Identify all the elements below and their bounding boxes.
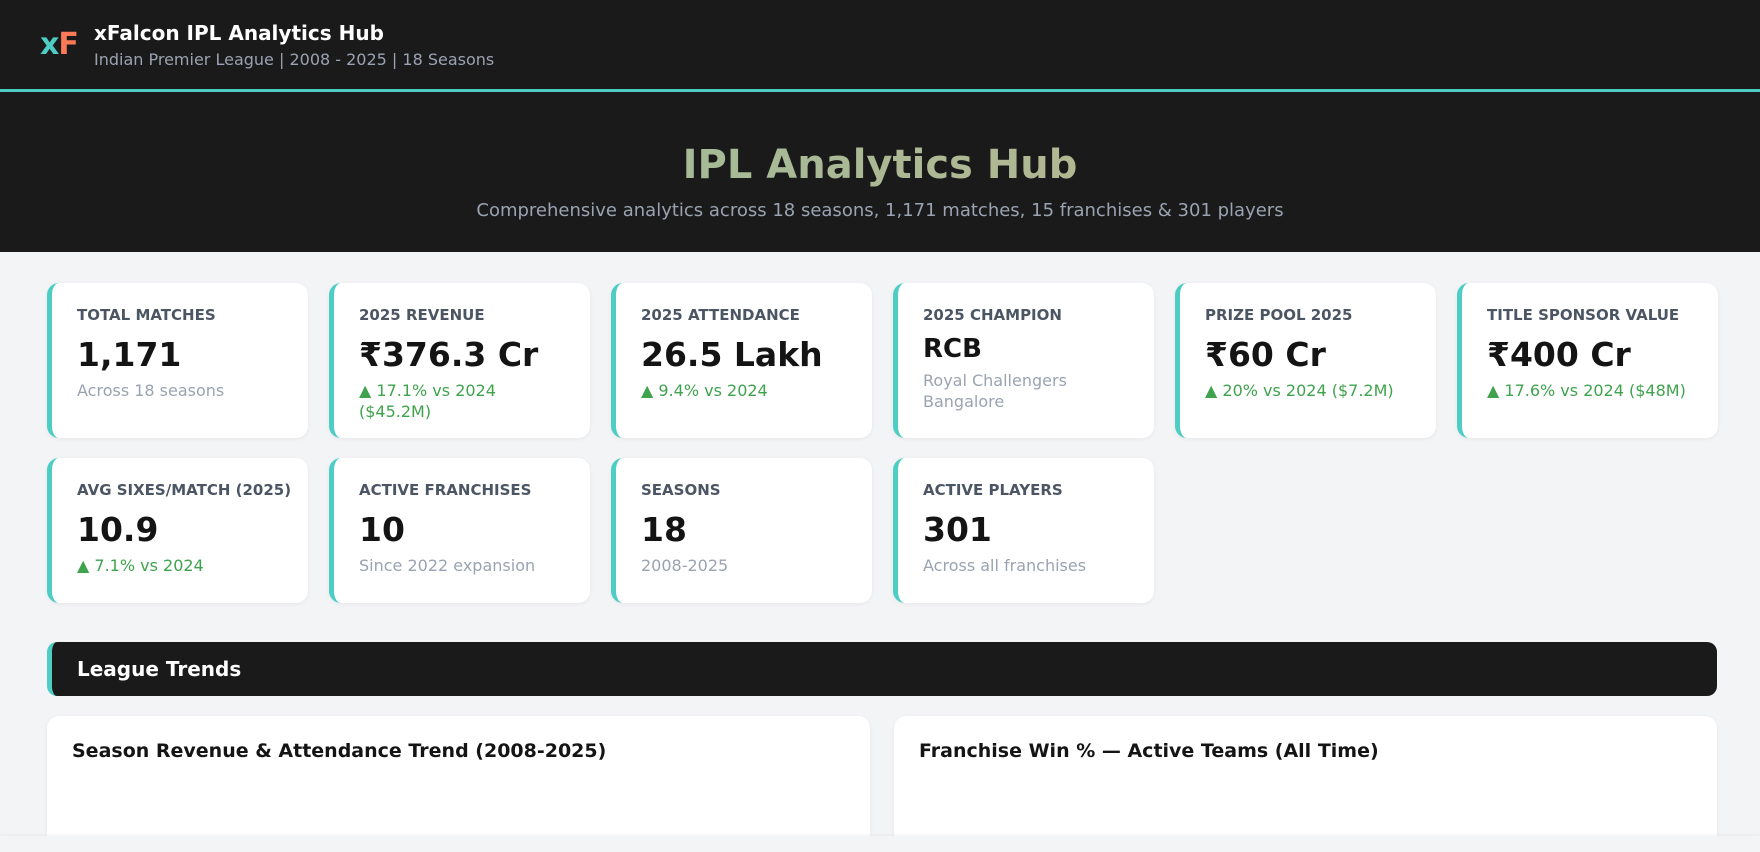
stat-label: 2025 ATTENDANCE xyxy=(641,306,800,324)
brand-block: xFalcon IPL Analytics Hub Indian Premier… xyxy=(94,21,494,69)
chart-title-franchise-win: Franchise Win % — Active Teams (All Time… xyxy=(919,740,1379,762)
stat-card-seasons: SEASONS 18 2008-2025 xyxy=(611,458,872,603)
stat-card-prize-pool: PRIZE POOL 2025 ₹60 Cr ▲ 20% vs 2024 ($7… xyxy=(1175,283,1436,438)
stat-label: AVG SIXES/MATCH (2025) xyxy=(77,481,292,499)
stat-cards-grid: TOTAL MATCHES 1,171 Across 18 seasons 20… xyxy=(47,283,1718,603)
stat-note: Across 18 seasons xyxy=(77,381,225,400)
stat-label: 2025 CHAMPION xyxy=(923,306,1062,324)
section-header-league-trends: League Trends xyxy=(47,642,1717,696)
stat-card-revenue: 2025 REVENUE ₹376.3 Cr ▲ 17.1% vs 2024 (… xyxy=(329,283,590,438)
stat-note: Across all franchises xyxy=(923,556,1087,575)
stat-value: 1,171 xyxy=(77,335,182,374)
stat-value: ₹60 Cr xyxy=(1205,335,1326,374)
stat-label: ACTIVE FRANCHISES xyxy=(359,481,532,499)
stat-value: 301 xyxy=(923,510,992,549)
stat-label: PRIZE POOL 2025 xyxy=(1205,306,1353,324)
stat-label: SEASONS xyxy=(641,481,721,499)
xfalcon-logo[interactable]: xF xyxy=(40,27,86,62)
stat-label: TOTAL MATCHES xyxy=(77,306,216,324)
stat-change: ▲ 17.1% vs 2024 ($45.2M) xyxy=(359,381,496,421)
hero-title: IPL Analytics Hub xyxy=(0,142,1760,188)
stat-label: TITLE SPONSOR VALUE xyxy=(1487,306,1680,324)
hero-banner: IPL Analytics Hub Comprehensive analytic… xyxy=(0,92,1760,252)
chart-panel-franchise-win: Franchise Win % — Active Teams (All Time… xyxy=(894,716,1717,836)
stat-card-active-franchises: ACTIVE FRANCHISES 10 Since 2022 expansio… xyxy=(329,458,590,603)
top-header: xF xFalcon IPL Analytics Hub Indian Prem… xyxy=(0,0,1760,92)
stat-value: 26.5 Lakh xyxy=(641,335,823,374)
stat-value: ₹376.3 Cr xyxy=(359,335,539,374)
page-bottom-edge xyxy=(0,836,1760,852)
logo-f: F xyxy=(58,27,78,62)
app-title: xFalcon IPL Analytics Hub xyxy=(94,20,384,45)
stat-change: ▲ 17.6% vs 2024 ($48M) xyxy=(1487,381,1686,400)
chart-panel-revenue-attendance: Season Revenue & Attendance Trend (2008-… xyxy=(47,716,870,836)
stat-card-champion: 2025 CHAMPION RCB Royal Challengers Bang… xyxy=(893,283,1154,438)
stat-change: ▲ 20% vs 2024 ($7.2M) xyxy=(1205,381,1394,400)
stat-note: 2008-2025 xyxy=(641,556,729,575)
stat-value: 10 xyxy=(359,510,405,549)
stat-change: ▲ 9.4% vs 2024 xyxy=(641,381,768,400)
stat-value: 18 xyxy=(641,510,687,549)
stat-label: 2025 REVENUE xyxy=(359,306,485,324)
chart-title-revenue-attendance: Season Revenue & Attendance Trend (2008-… xyxy=(72,740,607,762)
stat-label: ACTIVE PLAYERS xyxy=(923,481,1063,499)
hero-subtitle: Comprehensive analytics across 18 season… xyxy=(476,200,1284,221)
stat-card-title-sponsor: TITLE SPONSOR VALUE ₹400 Cr ▲ 17.6% vs 2… xyxy=(1457,283,1718,438)
stat-value: 10.9 xyxy=(77,510,159,549)
stat-value: ₹400 Cr xyxy=(1487,335,1631,374)
stat-change: ▲ 7.1% vs 2024 xyxy=(77,556,204,575)
stat-value: RCB xyxy=(923,334,982,364)
section-title: League Trends xyxy=(77,657,242,681)
logo-x: x xyxy=(40,27,59,62)
stat-card-attendance: 2025 ATTENDANCE 26.5 Lakh ▲ 9.4% vs 2024 xyxy=(611,283,872,438)
stat-note: Since 2022 expansion xyxy=(359,556,536,575)
app-subtitle: Indian Premier League | 2008 - 2025 | 18… xyxy=(94,49,495,69)
stat-card-avg-sixes: AVG SIXES/MATCH (2025) 10.9 ▲ 7.1% vs 20… xyxy=(47,458,308,603)
stat-card-total-matches: TOTAL MATCHES 1,171 Across 18 seasons xyxy=(47,283,308,438)
stat-note: Royal Challengers Bangalore xyxy=(923,371,1067,411)
stat-card-active-players: ACTIVE PLAYERS 301 Across all franchises xyxy=(893,458,1154,603)
